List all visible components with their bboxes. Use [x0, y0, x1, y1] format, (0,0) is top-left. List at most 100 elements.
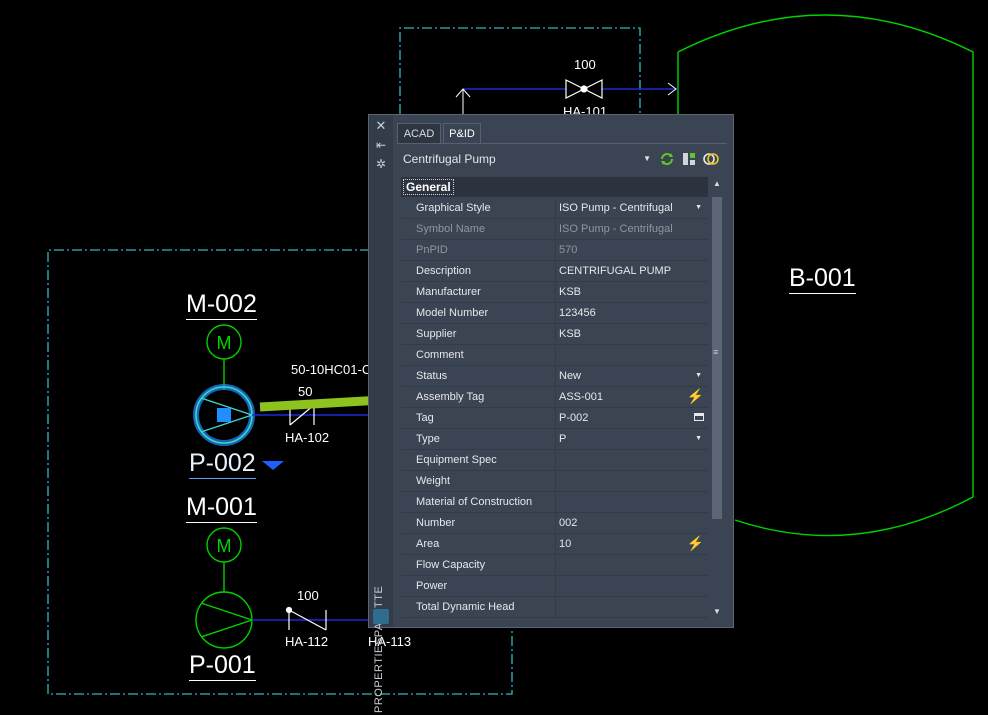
property-row[interactable]: Area 10 ⚡: [401, 534, 708, 555]
property-row[interactable]: Model Number 123456: [401, 303, 708, 324]
property-name: Tag: [416, 412, 434, 424]
section-header-general[interactable]: General: [401, 177, 708, 197]
property-value[interactable]: [555, 492, 708, 512]
property-value[interactable]: P-002: [555, 408, 708, 428]
chevron-down-icon[interactable]: ▼: [695, 366, 702, 386]
property-value[interactable]: KSB: [555, 324, 708, 344]
property-name: PnPID: [416, 244, 448, 256]
line-size-label-lower: 100: [297, 588, 319, 603]
line-size-label-upper: 50: [298, 384, 313, 399]
property-value-text: 10: [559, 538, 572, 550]
property-value-text: P-002: [559, 412, 589, 424]
property-name: Equipment Spec: [416, 454, 497, 466]
property-row[interactable]: Number 002: [401, 513, 708, 534]
property-name: Number: [416, 517, 456, 529]
property-row[interactable]: Description CENTRIFUGAL PUMP: [401, 261, 708, 282]
line-size-label-top: 100: [574, 57, 596, 72]
valve-ha112-symbol[interactable]: [285, 606, 327, 631]
property-row[interactable]: Symbol Name ISO Pump - Centrifugal: [401, 219, 708, 240]
property-row[interactable]: Flow Capacity: [401, 555, 708, 576]
property-row[interactable]: Equipment Spec: [401, 450, 708, 471]
property-row[interactable]: Supplier KSB: [401, 324, 708, 345]
property-row[interactable]: Power: [401, 576, 708, 597]
property-row[interactable]: PnPID 570: [401, 240, 708, 261]
property-value-text: KSB: [559, 286, 582, 298]
scroll-down-icon[interactable]: ▼: [713, 607, 721, 616]
gear-icon[interactable]: ✲: [369, 157, 393, 171]
motor-m002-symbol[interactable]: M: [206, 324, 242, 390]
property-value[interactable]: New ▼: [555, 366, 708, 386]
property-value-text: ISO Pump - Centrifugal: [559, 202, 673, 214]
property-value[interactable]: [555, 345, 708, 365]
lightning-icon[interactable]: ⚡: [687, 533, 704, 553]
pump-p002-symbol[interactable]: [193, 384, 255, 446]
tab-acad[interactable]: ACAD: [397, 123, 441, 143]
property-row[interactable]: Tag P-002: [401, 408, 708, 429]
property-value[interactable]: 002: [555, 513, 708, 533]
property-grid[interactable]: General Graphical Style ISO Pump - Centri…: [401, 177, 708, 619]
tab-pid[interactable]: P&ID: [443, 123, 481, 143]
property-value[interactable]: P ▼: [555, 429, 708, 449]
property-row[interactable]: Assembly Tag ASS-001 ⚡: [401, 387, 708, 408]
property-name: Symbol Name: [416, 223, 486, 235]
dialog-icon[interactable]: [694, 413, 704, 421]
palette-toggle-icon[interactable]: [373, 609, 389, 624]
tag-p001: P-001: [189, 651, 256, 681]
property-name: Comment: [416, 349, 464, 361]
property-name: Type: [416, 433, 440, 445]
close-icon[interactable]: ✕: [369, 119, 393, 133]
chevron-down-icon: ▼: [643, 154, 651, 163]
pump-p001-symbol[interactable]: [195, 591, 253, 649]
property-value-text: 002: [559, 517, 578, 529]
refresh-icon[interactable]: [659, 151, 675, 167]
property-name: Description: [416, 265, 472, 277]
property-name: Manufacturer: [416, 286, 481, 298]
property-row[interactable]: Graphical Style ISO Pump - Centrifugal ▼: [401, 198, 708, 219]
valve-ha101-symbol[interactable]: [565, 79, 603, 99]
property-name: Weight: [416, 475, 451, 487]
property-value-text: CENTRIFUGAL PUMP: [559, 265, 672, 277]
property-value[interactable]: KSB: [555, 282, 708, 302]
grip-arrow-icon[interactable]: [262, 461, 284, 470]
property-row[interactable]: Total Dynamic Head: [401, 597, 708, 618]
auto-hide-icon[interactable]: ⇤: [369, 138, 393, 152]
select-objects-icon[interactable]: [681, 151, 697, 167]
properties-palette[interactable]: ✕ ⇤ ✲ PROPERTIESPALETTE ACAD P&ID Centri…: [368, 114, 734, 713]
property-value: ISO Pump - Centrifugal: [555, 219, 708, 239]
tag-p002[interactable]: P-002: [189, 449, 256, 479]
object-type-select[interactable]: Centrifugal Pump ▼: [399, 149, 655, 169]
object-type-value: Centrifugal Pump: [403, 152, 496, 166]
tag-m002: M-002: [186, 290, 257, 320]
motor-m001-symbol[interactable]: M: [206, 527, 242, 593]
property-row[interactable]: Type P ▼: [401, 429, 708, 450]
property-row[interactable]: Weight: [401, 471, 708, 492]
property-value[interactable]: [555, 450, 708, 470]
lightning-icon[interactable]: ⚡: [687, 386, 704, 406]
property-row[interactable]: Comment: [401, 345, 708, 366]
property-row[interactable]: Manufacturer KSB: [401, 282, 708, 303]
property-row[interactable]: Material of Construction: [401, 492, 708, 513]
property-value[interactable]: [555, 597, 708, 617]
scroll-thumb[interactable]: [712, 197, 722, 519]
property-value[interactable]: [555, 576, 708, 596]
chevron-down-icon[interactable]: ▼: [695, 429, 702, 449]
svg-text:M: M: [217, 536, 232, 556]
chevron-down-icon[interactable]: ▼: [695, 198, 702, 218]
property-value[interactable]: [555, 555, 708, 575]
scroll-up-icon[interactable]: ▲: [713, 179, 721, 188]
property-value[interactable]: 123456: [555, 303, 708, 323]
scroll-grip-icon: ≡: [713, 347, 719, 357]
property-value[interactable]: CENTRIFUGAL PUMP: [555, 261, 708, 281]
property-value-text: ASS-001: [559, 391, 604, 403]
palette-title-strip[interactable]: ✕ ⇤ ✲ PROPERTIESPALETTE: [369, 115, 393, 713]
property-scrollbar[interactable]: ▲ ≡ ▼: [711, 179, 723, 619]
property-value[interactable]: ISO Pump - Centrifugal ▼: [555, 198, 708, 218]
valve-label-ha101: HA-101: [563, 104, 608, 114]
area-boundary-upper: [399, 27, 641, 114]
property-row[interactable]: Status New ▼: [401, 366, 708, 387]
property-value[interactable]: [555, 471, 708, 491]
quick-select-icon[interactable]: [703, 151, 719, 167]
property-value[interactable]: 10 ⚡: [555, 534, 708, 554]
property-name: Model Number: [416, 307, 489, 319]
property-value[interactable]: ASS-001 ⚡: [555, 387, 708, 407]
